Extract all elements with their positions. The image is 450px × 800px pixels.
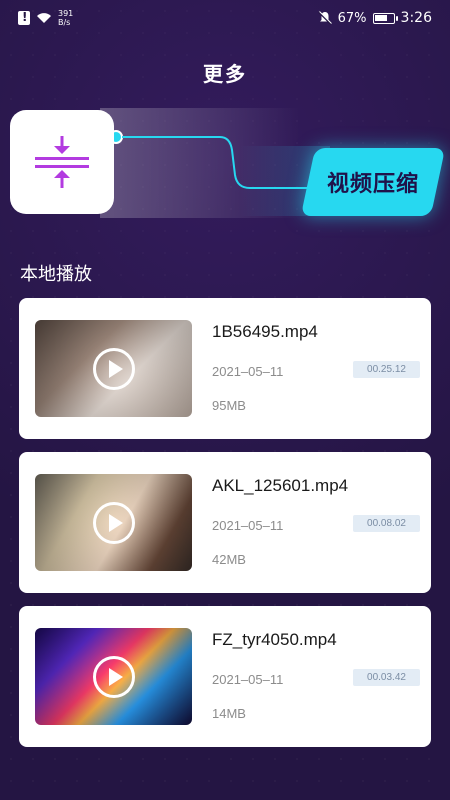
video-compress-button[interactable]: 视频压缩 (300, 148, 446, 216)
section-title-local-play: 本地播放 (20, 264, 92, 285)
wifi-icon (37, 13, 51, 23)
compress-banner[interactable]: 视频压缩 (0, 108, 450, 218)
video-card[interactable]: 1B56495.mp4 2021–05–11 00.25.12 95MB (19, 298, 431, 439)
video-list: 1B56495.mp4 2021–05–11 00.25.12 95MB AKL… (19, 298, 431, 760)
video-size: 14MB (212, 706, 246, 721)
video-date: 2021–05–11 (212, 518, 284, 533)
connector-line (110, 130, 315, 189)
video-duration-badge: 00.25.12 (353, 361, 420, 378)
video-file-name: FZ_tyr4050.mp4 (212, 630, 337, 649)
alert-icon (18, 10, 30, 25)
status-left: 391 B/s (18, 9, 73, 27)
video-duration-badge: 00.03.42 (353, 669, 420, 686)
compress-icon (35, 136, 89, 188)
play-icon[interactable] (93, 502, 135, 544)
battery-icon (372, 12, 398, 24)
video-file-name: 1B56495.mp4 (212, 322, 318, 341)
play-icon[interactable] (93, 656, 135, 698)
page-title: 更多 (203, 62, 247, 86)
clock: 3:26 (400, 10, 432, 26)
network-speed-value: 391 (58, 9, 74, 18)
compress-app-icon[interactable] (10, 110, 114, 214)
video-thumbnail[interactable] (35, 474, 192, 571)
status-right: 67% 3:26 (317, 10, 432, 26)
video-thumbnail[interactable] (35, 320, 192, 417)
battery-percent: 67% (337, 10, 367, 26)
video-card[interactable]: FZ_tyr4050.mp4 2021–05–11 00.03.42 14MB (19, 606, 431, 747)
video-size: 95MB (212, 398, 246, 413)
video-date: 2021–05–11 (212, 364, 284, 379)
video-compress-label: 视频压缩 (326, 172, 419, 197)
play-icon[interactable] (93, 348, 135, 390)
network-speed-unit: B/s (58, 18, 71, 27)
video-file-name: AKL_125601.mp4 (212, 476, 349, 495)
video-size: 42MB (212, 552, 246, 567)
video-date: 2021–05–11 (212, 672, 284, 687)
video-thumbnail[interactable] (35, 628, 192, 725)
video-duration-badge: 00.08.02 (353, 515, 420, 532)
video-card[interactable]: AKL_125601.mp4 2021–05–11 00.08.02 42MB (19, 452, 431, 593)
network-speed: 391 B/s (58, 9, 73, 27)
mute-bell-icon (317, 11, 332, 25)
status-bar: 391 B/s 67% 3:26 (0, 0, 450, 36)
